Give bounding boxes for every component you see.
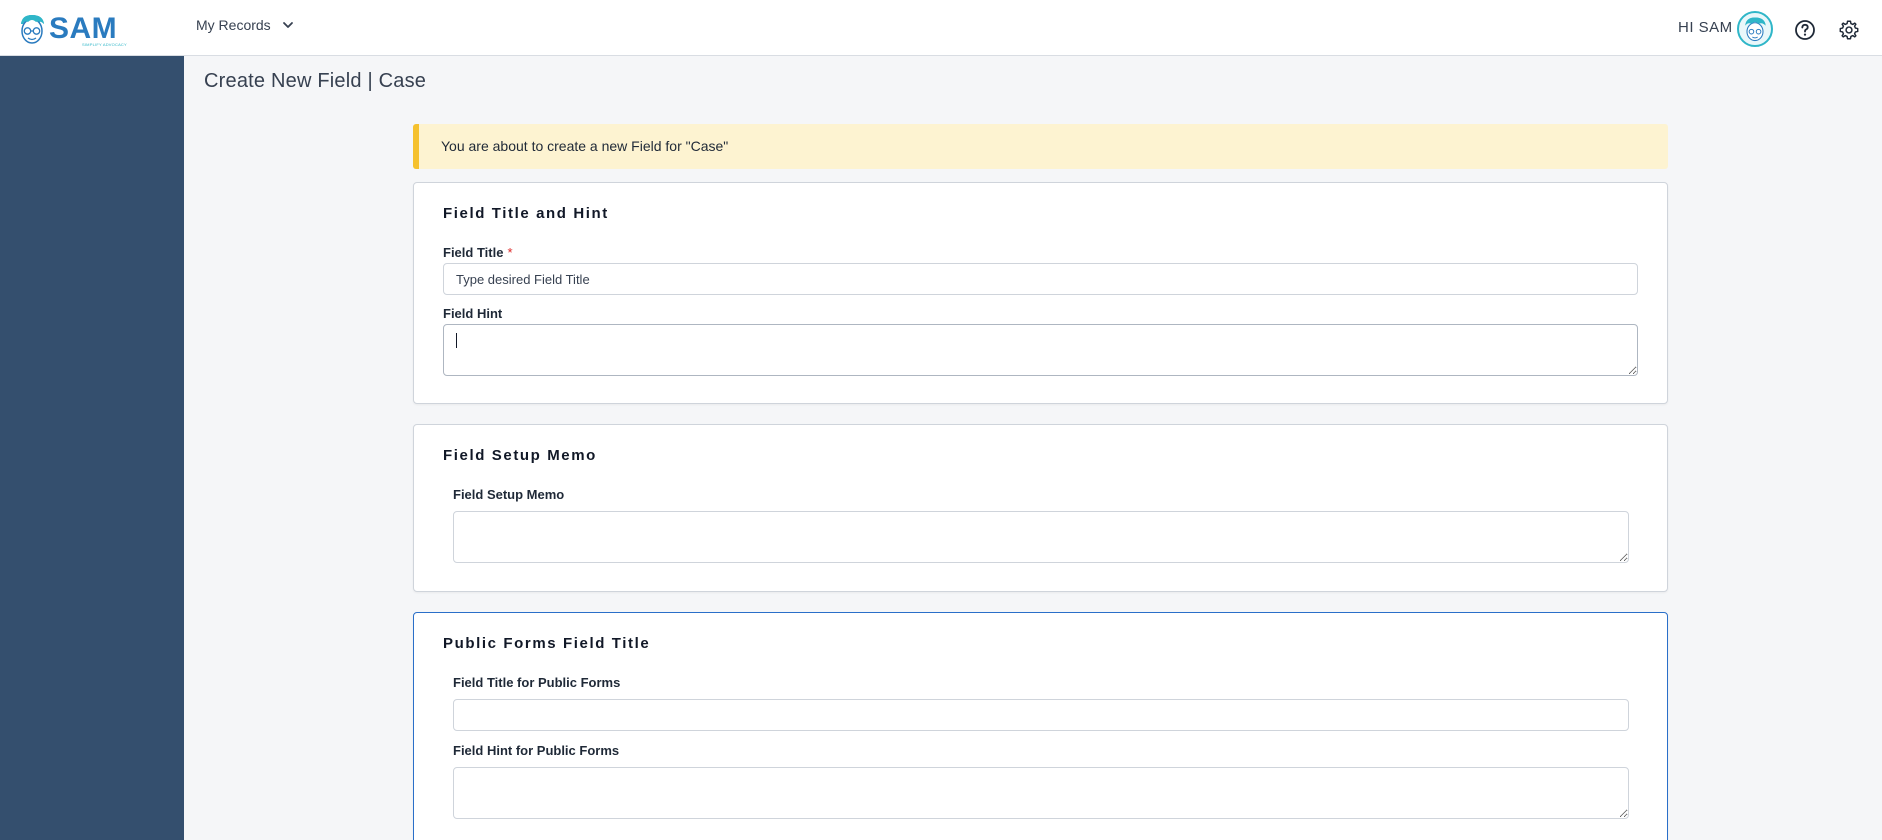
chevron-down-icon xyxy=(282,22,293,28)
help-button[interactable] xyxy=(1794,19,1816,41)
user-greeting: HI SAM xyxy=(1678,19,1733,36)
field-hint-textarea[interactable] xyxy=(443,324,1638,376)
field-setup-memo-card: Field Setup Memo Field Setup Memo xyxy=(413,424,1668,592)
public-forms-card: Public Forms Field Title Field Title for… xyxy=(413,612,1668,840)
field-title-label: Field Title * xyxy=(443,245,513,260)
user-avatar-icon xyxy=(1745,17,1766,42)
public-hint-label: Field Hint for Public Forms xyxy=(453,743,620,758)
question-circle-icon xyxy=(1795,20,1815,40)
field-title-label-text: Field Title xyxy=(443,245,504,260)
section-heading: Field Setup Memo xyxy=(443,447,597,464)
public-title-input[interactable] xyxy=(453,699,1629,731)
required-mark: * xyxy=(507,245,513,260)
field-hint-label: Field Hint xyxy=(443,306,503,321)
logo-tagline: SIMPLIFY ADVOCACY xyxy=(82,42,127,47)
gear-icon xyxy=(1839,20,1859,40)
page-title: Create New Field | Case xyxy=(204,70,427,92)
info-alert: You are about to create a new Field for … xyxy=(413,124,1668,169)
text-cursor xyxy=(456,333,457,348)
settings-button[interactable] xyxy=(1838,19,1860,41)
my-records-menu[interactable]: My Records xyxy=(196,17,295,33)
sidebar xyxy=(0,56,184,840)
user-avatar[interactable] xyxy=(1737,11,1773,47)
logo-text: SAM xyxy=(49,12,118,45)
field-title-input[interactable] xyxy=(443,263,1638,295)
field-title-hint-card: Field Title and Hint Field Title* Field … xyxy=(413,182,1668,404)
sam-face-logo-icon xyxy=(21,15,44,44)
my-records-label: My Records xyxy=(196,17,271,33)
top-bar: SAM SIMPLIFY ADVOCACY My Records HI SAM xyxy=(0,0,1882,56)
setup-memo-label: Field Setup Memo xyxy=(453,487,565,502)
section-heading: Field Title and Hint xyxy=(443,205,609,222)
app-logo[interactable]: SAM SIMPLIFY ADVOCACY xyxy=(16,12,127,47)
section-heading: Public Forms Field Title xyxy=(443,635,651,652)
public-title-label: Field Title for Public Forms xyxy=(453,675,621,690)
public-hint-textarea[interactable] xyxy=(453,767,1629,819)
setup-memo-textarea[interactable] xyxy=(453,511,1629,563)
alert-message: You are about to create a new Field for … xyxy=(441,138,729,154)
